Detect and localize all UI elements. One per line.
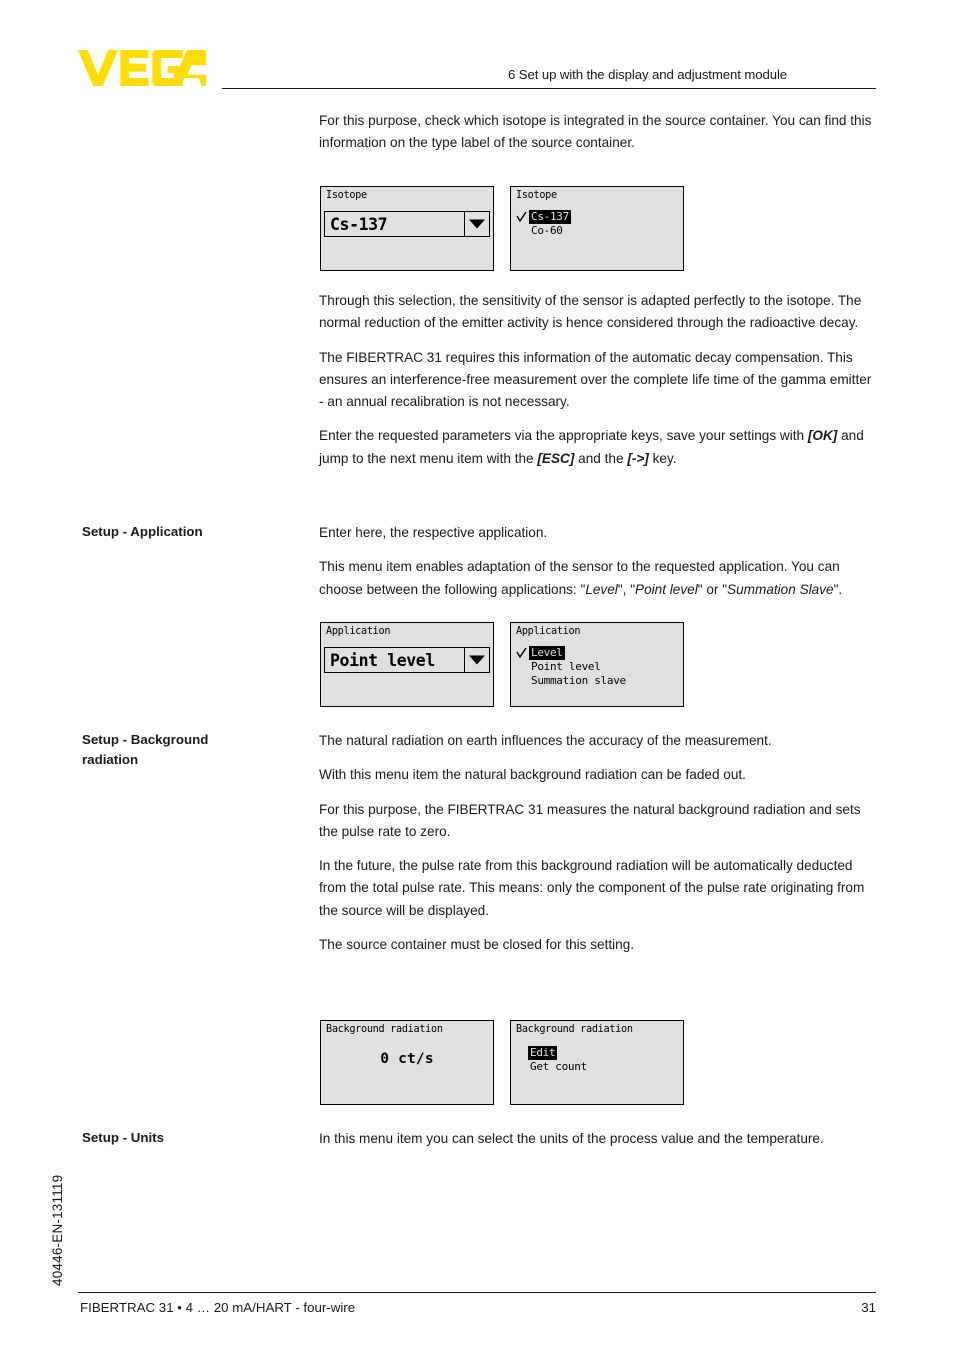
lcd-value-text: 0 ct/s <box>380 1051 434 1067</box>
checkmark-icon <box>516 647 527 659</box>
application-text-mid1: ", " <box>617 581 636 597</box>
lcd-dropdown-field[interactable]: Point level <box>324 647 490 673</box>
paragraph-background-4: In the future, the pulse rate from this … <box>319 858 865 918</box>
lcd-isotope-list: Isotope Cs-137 Co-60 <box>510 186 684 271</box>
chapter-title: 6 Set up with the display and adjustment… <box>508 67 788 82</box>
paragraph-background-2: With this menu item the natural backgrou… <box>319 767 746 783</box>
paragraph-application-2: This menu item enables adaptation of the… <box>319 556 875 601</box>
keys-text-before-ok: Enter the requested parameters via the a… <box>319 428 808 444</box>
paragraph-units-1: In this menu item you can select the uni… <box>319 1131 824 1146</box>
key-esc: [ESC] <box>537 450 575 466</box>
key-ok: [OK] <box>807 428 838 444</box>
lcd-background-value: Background radiation 0 ct/s <box>320 1020 494 1105</box>
paragraph-isotope-intro: For this purpose, check which isotope is… <box>319 113 872 151</box>
lcd-option-item[interactable]: Level <box>516 646 679 660</box>
keys-text-tail: key. <box>648 450 677 466</box>
application-text-mid2: " or " <box>697 581 728 597</box>
footer-divider <box>78 1292 876 1293</box>
paragraph-application-1: Enter here, the respective application. <box>319 525 548 540</box>
paragraph-isotope-1: Through this selection, the sensitivity … <box>319 293 862 331</box>
side-label-setup-application: Setup - Application <box>82 524 203 539</box>
footer-product-line: FIBERTRAC 31 • 4 … 20 mA/HART - four-wir… <box>80 1300 356 1315</box>
application-option-level: Level <box>585 581 618 597</box>
side-label-setup-background-radiation: Setup - Background radiation <box>82 730 297 769</box>
page-content: For this purpose, check which isotope is… <box>0 100 954 1198</box>
paragraph-background-3: For this purpose, the FIBERTRAC 31 measu… <box>319 801 861 839</box>
page-header: 6 Set up with the display and adjustment… <box>0 0 954 100</box>
figure-application-screens: Application Point level Application Leve… <box>0 622 954 730</box>
side-label-setup-units: Setup - Units <box>82 1130 164 1145</box>
lcd-option-item[interactable]: Summation slave <box>516 674 679 688</box>
keys-text-after-esc: and the <box>574 450 628 466</box>
paragraph-isotope-2: The FIBERTRAC 31 requires this informati… <box>319 349 872 410</box>
side-label-line-1: Setup - Background <box>82 732 209 747</box>
lcd-title: Application <box>516 626 581 637</box>
lcd-option-item[interactable]: Co-60 <box>516 224 679 238</box>
document-number: 40446-EN-131119 <box>30 1110 65 1290</box>
lcd-option-label: Edit <box>528 1046 558 1060</box>
lcd-title: Application <box>326 626 391 637</box>
lcd-option-label: Point level <box>531 660 601 673</box>
lcd-option-item[interactable]: Point level <box>516 660 679 674</box>
key-arrow: [->] <box>627 450 649 466</box>
lcd-option-label: Get count <box>530 1060 587 1073</box>
lcd-option-label: Level <box>529 646 565 660</box>
section-isotope-explanation: Through this selection, the sensitivity … <box>0 290 954 522</box>
application-option-point-level: Point level <box>635 581 698 597</box>
side-label-line-2: radiation <box>82 751 139 767</box>
section-isotope: For this purpose, check which isotope is… <box>0 100 954 186</box>
section-setup-application: Setup - Application Enter here, the resp… <box>0 522 954 622</box>
figure-background-radiation-screens: Background radiation 0 ct/s Background r… <box>0 1020 954 1128</box>
lcd-application-list: Application Level Point level Summation … <box>510 622 684 707</box>
paragraph-background-5: The source container must be closed for … <box>319 937 635 953</box>
lcd-background-list: Background radiation Edit Get count <box>510 1020 684 1105</box>
lcd-option-label: Summation slave <box>531 674 626 687</box>
lcd-option-label: Co-60 <box>531 224 563 237</box>
lcd-title: Isotope <box>326 190 367 201</box>
lcd-option-item[interactable]: Edit <box>528 1046 679 1060</box>
application-text-tail: ". <box>833 581 843 597</box>
lcd-dropdown-button[interactable] <box>464 212 489 236</box>
paragraph-background-1: The natural radiation on earth influence… <box>319 733 772 748</box>
section-setup-units: Setup - Units In this menu item you can … <box>0 1128 954 1198</box>
lcd-application-value: Application Point level <box>320 622 494 707</box>
lcd-value-text: Point level <box>330 651 435 670</box>
lcd-title: Background radiation <box>516 1024 633 1035</box>
lcd-option-list: Cs-137 Co-60 <box>516 210 679 238</box>
paragraph-keys: Enter the requested parameters via the a… <box>319 425 875 470</box>
chevron-down-icon <box>469 655 485 665</box>
lcd-option-item[interactable]: Cs-137 <box>516 210 679 224</box>
figure-isotope-screens: Isotope Cs-137 Isotope Cs-137 Co-60 <box>0 186 954 290</box>
lcd-dropdown-field[interactable]: Cs-137 <box>324 211 490 237</box>
application-option-summation-slave: Summation Slave <box>727 581 834 597</box>
lcd-option-list: Level Point level Summation slave <box>516 646 679 688</box>
header-divider <box>222 88 876 89</box>
chevron-down-icon <box>469 219 485 229</box>
lcd-dropdown-button[interactable] <box>464 648 489 672</box>
section-setup-background-radiation: Setup - Background radiation The natural… <box>0 730 954 1020</box>
lcd-title: Background radiation <box>326 1024 443 1035</box>
document-number-text: 40446-EN-131119 <box>50 1174 65 1286</box>
lcd-isotope-value: Isotope Cs-137 <box>320 186 494 271</box>
vega-logo <box>78 50 206 86</box>
lcd-option-label: Cs-137 <box>529 210 571 224</box>
page-number: 31 <box>861 1300 876 1315</box>
checkmark-icon <box>516 211 527 223</box>
lcd-option-item[interactable]: Get count <box>528 1060 679 1074</box>
lcd-value-text: Cs-137 <box>330 215 388 234</box>
lcd-option-list: Edit Get count <box>528 1046 679 1074</box>
lcd-title: Isotope <box>516 190 557 201</box>
